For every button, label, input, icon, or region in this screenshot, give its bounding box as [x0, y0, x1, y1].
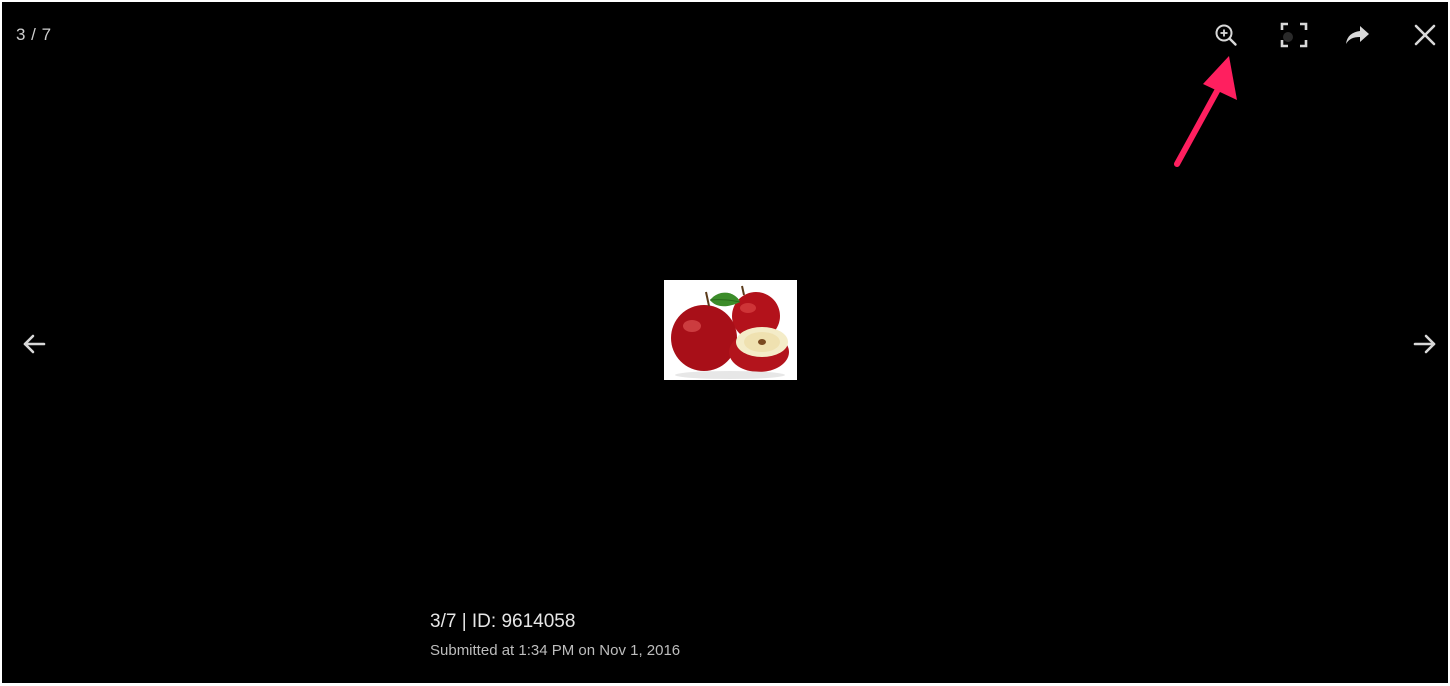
share-icon	[1346, 26, 1369, 44]
close-button[interactable]	[1407, 17, 1443, 53]
arrow-right-icon	[1413, 334, 1436, 354]
previous-image-button[interactable]	[14, 324, 54, 364]
share-button[interactable]	[1340, 17, 1376, 53]
caption-subtitle: Submitted at 1:34 PM on Nov 1, 2016	[430, 642, 681, 659]
apples-image	[664, 280, 797, 380]
image-counter: 3 / 7	[16, 25, 52, 44]
zoom-in-icon	[1215, 24, 1237, 46]
next-image-button[interactable]	[1405, 324, 1445, 364]
zoom-in-button[interactable]	[1208, 17, 1244, 53]
fullscreen-icon	[1280, 22, 1308, 48]
annotation-arrow-icon	[1174, 56, 1237, 167]
fullscreen-button[interactable]	[1276, 17, 1312, 53]
image-caption: 3/7 | ID: 9614058 Submitted at 1:34 PM o…	[430, 610, 680, 659]
caption-title: 3/7 | ID: 9614058	[430, 611, 576, 632]
arrow-left-icon	[23, 334, 46, 354]
image-viewer: 3 / 7 3/7 | ID: 9614058 Submitted at 1:3…	[2, 2, 1448, 683]
close-icon	[1414, 24, 1436, 46]
